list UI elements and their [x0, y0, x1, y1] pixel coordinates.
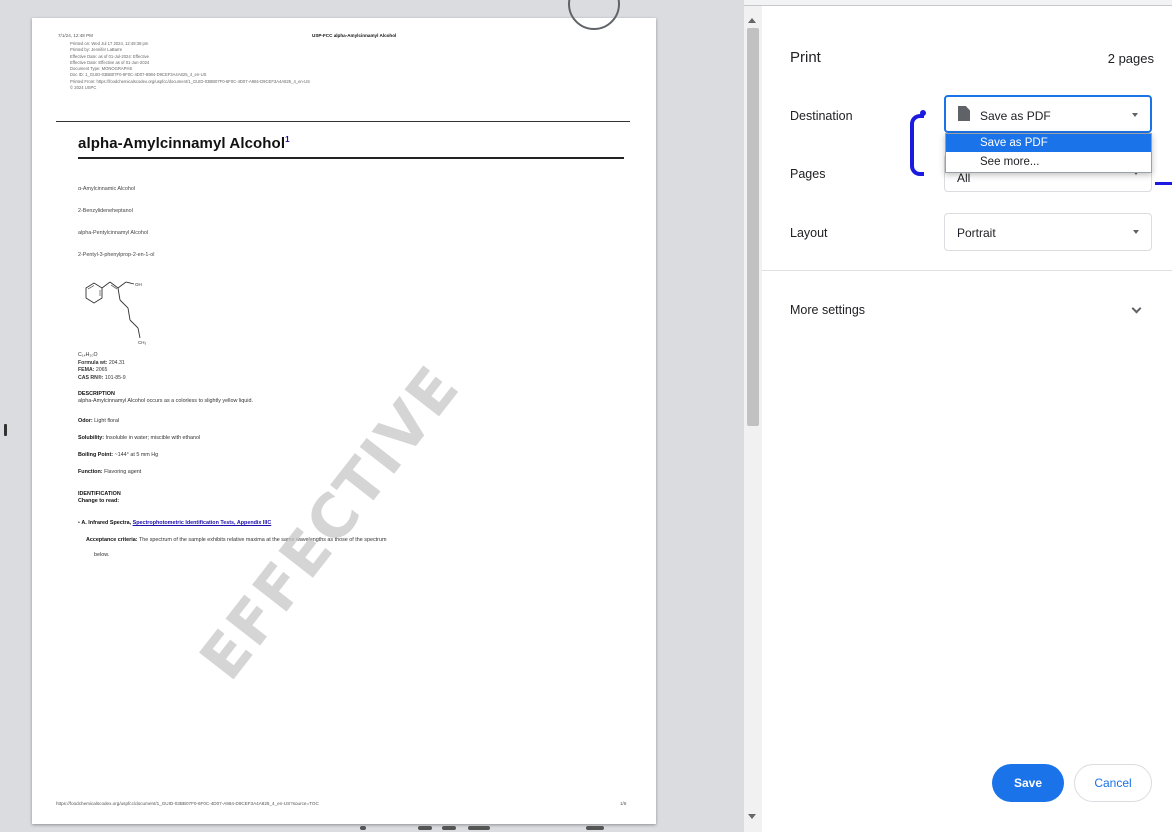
- monograph-title: alpha-Amylcinnamyl Alcohol1: [78, 135, 290, 152]
- scroll-up-arrow-icon[interactable]: [748, 18, 756, 23]
- scroll-down-arrow-icon[interactable]: [748, 814, 756, 819]
- scroll-thumb[interactable]: [747, 28, 759, 426]
- synonym: 2-Benzylideneheptanol: [78, 208, 133, 214]
- page-footer-url: https://foodchemicalscodex.org/uspfcc/do…: [56, 801, 319, 806]
- title-footnote-link[interactable]: 1: [285, 135, 290, 144]
- page-header-datetime: 7/1/24, 12:48 PM: [58, 33, 93, 38]
- ch3-label: CH₃: [138, 340, 146, 345]
- boiling-value: ~144° at 5 mm Hg: [114, 452, 159, 458]
- fema-value: 2065: [95, 367, 108, 374]
- meta-line: © 2024 USPC: [70, 85, 97, 91]
- caret-down-icon: [1132, 113, 1138, 117]
- ident-a-line: • A. Infrared Spectra, Spectrophotometri…: [78, 520, 272, 526]
- acceptance-label: Acceptance criteria:: [86, 537, 138, 543]
- destination-label: Destination: [790, 109, 853, 123]
- function-line: Function: Flavoring agent: [78, 469, 141, 476]
- document-icon: [958, 106, 970, 121]
- molecular-formula: C₁₄H₂₀O: [78, 352, 98, 358]
- preview-scrollbar[interactable]: [744, 6, 762, 832]
- print-preview-area: 7/1/24, 12:48 PM USP-FCC alpha-Amylcinna…: [0, 0, 744, 832]
- option-save-as-pdf[interactable]: Save as PDF: [946, 134, 1151, 152]
- description-heading: DESCRIPTION: [78, 391, 115, 397]
- more-settings-toggle[interactable]: More settings: [790, 303, 865, 317]
- appendix-link[interactable]: Spectrophotometric Identification Tests,…: [133, 520, 272, 526]
- fema-label: FEMA:: [78, 367, 95, 374]
- settings-divider: [762, 270, 1172, 271]
- layout-select[interactable]: Portrait: [944, 213, 1152, 251]
- page-footer-number: 1/8: [620, 801, 627, 806]
- odor-line: Odor: Light floral: [78, 418, 119, 425]
- solubility-value: Insoluble in water; miscible with ethano…: [105, 435, 201, 441]
- cas-value: 101-85-9: [104, 374, 126, 381]
- formula-block: C₁₄H₂₀O Formula wt: 204.31 FEMA: 2065 CA…: [78, 352, 126, 382]
- synonym: 2-Pentyl-3-phenylprop-2-en-1-ol: [78, 252, 155, 258]
- left-edge-marker: [4, 424, 7, 436]
- cancel-button[interactable]: Cancel: [1074, 764, 1152, 802]
- page-count: 2 pages: [1107, 51, 1154, 66]
- identification-heading: IDENTIFICATION: [78, 491, 121, 497]
- layout-label: Layout: [790, 226, 828, 240]
- fema-number: FEMA: 2065: [78, 367, 126, 375]
- destination-select[interactable]: Save as PDF: [944, 95, 1152, 133]
- bottom-artifact: [360, 826, 610, 832]
- solubility-line: Solubility: Insoluble in water; miscible…: [78, 435, 200, 442]
- identification-section: IDENTIFICATION Change to read:: [78, 491, 121, 505]
- odor-value: Light floral: [94, 418, 120, 424]
- meta-line: Printed From: https://foodchemicalscodex…: [70, 78, 310, 84]
- description-section: DESCRIPTION alpha-Amylcinnamyl Alcohol o…: [78, 391, 253, 405]
- header-divider: [56, 121, 630, 122]
- monograph-title-text: alpha-Amylcinnamyl Alcohol: [78, 135, 286, 152]
- cas-label: CAS RN®:: [78, 374, 104, 381]
- chemical-structure-image: OH CH₃: [85, 281, 146, 345]
- formula-weight-value: 204.31: [108, 359, 125, 366]
- function-label: Function:: [78, 469, 103, 475]
- chevron-down-icon[interactable]: [1131, 303, 1142, 314]
- oh-label: OH: [135, 282, 142, 287]
- preview-page: 7/1/24, 12:48 PM USP-FCC alpha-Amylcinna…: [32, 18, 656, 824]
- annotation-bracket: [910, 114, 924, 176]
- layout-value: Portrait: [957, 226, 996, 240]
- synonym: alpha-Pentylcinnamyl Alcohol: [78, 230, 149, 236]
- destination-dropdown-menu: Save as PDF See more...: [945, 133, 1152, 173]
- caret-down-icon: [1133, 230, 1139, 234]
- boiling-point-line: Boiling Point: ~144° at 5 mm Hg: [78, 452, 158, 459]
- function-value: Flavoring agent: [104, 469, 142, 475]
- ident-a-label: A. Infrared Spectra,: [81, 520, 132, 526]
- save-button[interactable]: Save: [992, 764, 1064, 802]
- formula-weight-label: Formula wt:: [78, 359, 108, 366]
- formula-weight: Formula wt: 204.31: [78, 360, 126, 368]
- annotation-bracket-tip: [920, 110, 926, 116]
- print-title: Print: [790, 49, 821, 66]
- synonym: α-Amylcinnamic Alcohol: [78, 186, 136, 192]
- boiling-label: Boiling Point:: [78, 452, 114, 458]
- pages-value: All: [957, 171, 971, 185]
- option-see-more[interactable]: See more...: [946, 153, 1151, 171]
- title-divider: [78, 157, 624, 159]
- solubility-label: Solubility:: [78, 435, 105, 441]
- change-to-read: Change to read:: [78, 498, 120, 505]
- annotation-dash: [1155, 182, 1172, 185]
- odor-label: Odor:: [78, 418, 93, 424]
- description-text: alpha-Amylcinnamyl Alcohol occurs as a c…: [78, 398, 253, 405]
- cas-number: CAS RN®: 101-85-9: [78, 375, 126, 383]
- page-header-title: USP-FCC alpha-Amylcinnamyl Alcohol: [312, 33, 397, 38]
- print-metadata: Printed on: Wed Jul 17 2024, 12:48:38 pm…: [70, 41, 310, 91]
- pages-label: Pages: [790, 167, 826, 181]
- acceptance-line-2: below.: [94, 552, 110, 558]
- destination-value: Save as PDF: [980, 109, 1051, 123]
- print-settings-panel: Print 2 pages Destination Save as PDF Sa…: [762, 6, 1172, 832]
